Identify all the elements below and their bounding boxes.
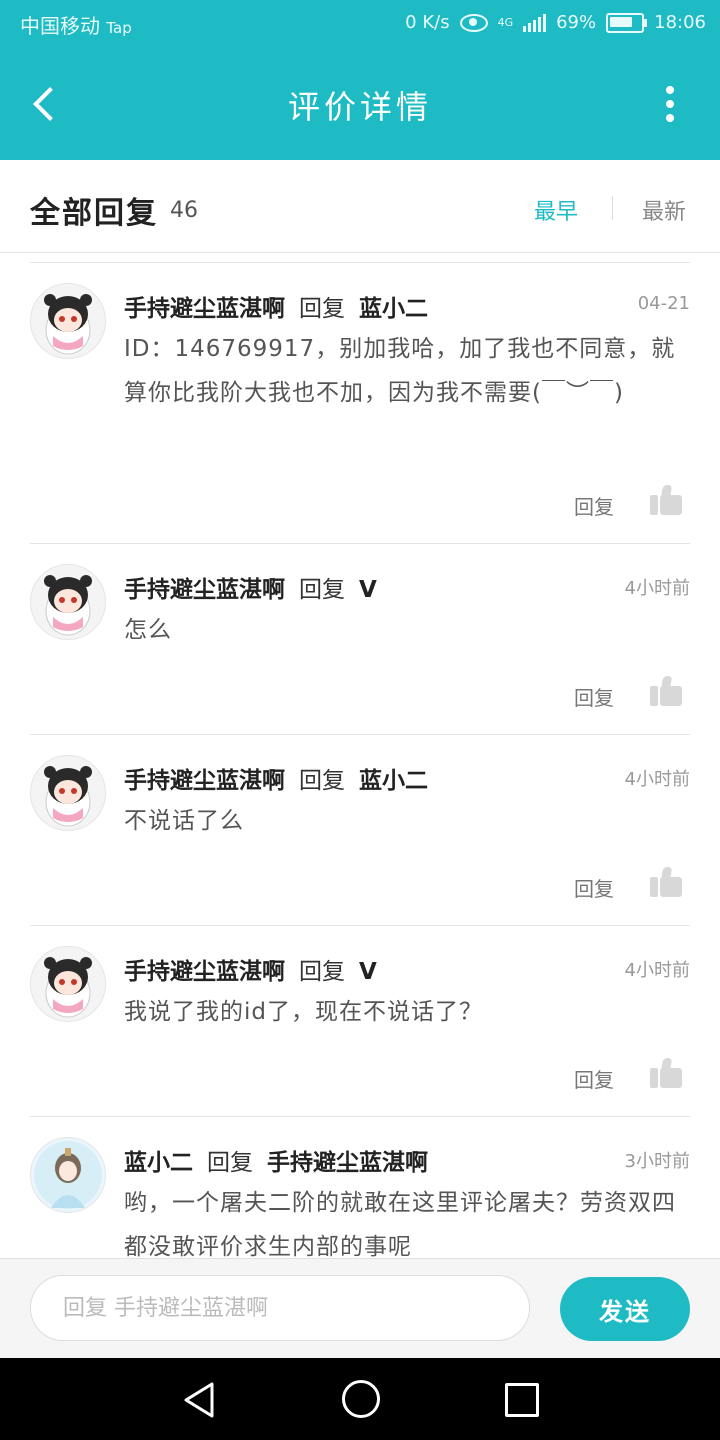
comment-header: 手持避尘蓝湛啊 回复 蓝小二	[124, 289, 428, 323]
reply-input[interactable]	[30, 1275, 530, 1341]
carrier-name: 中国移动	[20, 14, 100, 38]
reply-word: 回复	[299, 959, 345, 985]
comment-content: 我说了我的id了，现在不说话了？	[124, 999, 483, 1025]
reply-word: 回复	[207, 1150, 253, 1176]
comment-header: 蓝小二 回复 手持避尘蓝湛啊	[124, 1143, 428, 1177]
comment-author[interactable]: 手持避尘蓝湛啊	[124, 959, 285, 985]
comment-item: 手持避尘蓝湛啊 回复 V 4小时前 怎么 回复	[30, 544, 690, 735]
sort-earliest-tab[interactable]: 最早	[534, 194, 578, 226]
send-button[interactable]: 发送	[560, 1277, 690, 1341]
avatar-image	[34, 1141, 102, 1209]
nav-home-icon[interactable]	[342, 1380, 380, 1418]
comment-item: 手持避尘蓝湛啊 回复 V 4小时前 我说了我的id了，现在不说话了？ 回复	[30, 926, 690, 1117]
comment-item: 手持避尘蓝湛啊 回复 蓝小二 4小时前 不说话了么 回复	[30, 735, 690, 926]
status-bar: 中国移动 Tap 0 K/s 4G 69% 18:06	[0, 0, 720, 48]
reply-word: 回复	[299, 296, 345, 322]
reply-button[interactable]: 回复	[574, 491, 614, 520]
reply-target[interactable]: V	[359, 959, 377, 985]
comment-header: 手持避尘蓝湛啊 回复 V	[124, 952, 377, 986]
eye-comfort-icon	[459, 13, 488, 32]
reply-button[interactable]: 回复	[574, 873, 614, 902]
signal-icon	[523, 13, 547, 32]
comment-author[interactable]: 手持避尘蓝湛啊	[124, 577, 285, 603]
sort-newest-tab[interactable]: 最新	[642, 194, 686, 226]
avatar-image	[44, 294, 92, 355]
replies-header: 全部回复 46 最早 最新	[0, 160, 720, 253]
thumbs-up-icon[interactable]	[650, 485, 682, 515]
reply-input-bar: 发送	[0, 1258, 720, 1359]
page-title: 评价详情	[287, 88, 432, 126]
battery-percent: 69%	[556, 12, 597, 33]
avatar-image	[44, 575, 92, 636]
comment-header: 手持避尘蓝湛啊 回复 蓝小二	[124, 761, 428, 795]
comment-item: 蓝小二 回复 手持避尘蓝湛啊 3小时前 哟，一个屠夫二阶的就敢在这里评论屠夫？劳资双…	[30, 1117, 690, 1258]
network-type: 4G	[497, 16, 514, 29]
nav-back-icon[interactable]	[180, 1380, 220, 1420]
clock: 18:06	[654, 12, 706, 33]
comment-content: ID：146769917，别加我哈，加了我也不同意，就算你比我阶大我也不加，因为…	[124, 336, 676, 406]
avatar[interactable]	[30, 946, 106, 1022]
comment-author[interactable]: 手持避尘蓝湛啊	[124, 296, 285, 322]
net-speed: 0 K/s	[405, 12, 450, 33]
sort-divider	[612, 196, 613, 220]
avatar[interactable]	[30, 564, 106, 640]
reply-button[interactable]: 回复	[574, 682, 614, 711]
battery-icon	[606, 12, 648, 33]
all-replies-label: 全部回复	[30, 196, 158, 231]
app-bar: 评价详情	[0, 48, 720, 160]
carrier-info: 中国移动 Tap	[20, 10, 132, 39]
reply-word: 回复	[299, 577, 345, 603]
avatar[interactable]	[30, 755, 106, 831]
reply-target[interactable]: 手持避尘蓝湛啊	[267, 1150, 428, 1176]
reply-count: 46	[170, 198, 198, 223]
nav-recents-icon[interactable]	[505, 1383, 539, 1417]
avatar[interactable]	[30, 1137, 106, 1213]
avatar-image	[44, 766, 92, 827]
avatar-image	[44, 957, 92, 1018]
comment-time: 04-21	[637, 293, 690, 314]
comment-author[interactable]: 手持避尘蓝湛啊	[124, 768, 285, 794]
thumbs-up-icon[interactable]	[650, 867, 682, 897]
comment-item: 手持避尘蓝湛啊 回复 蓝小二 04-21 ID：146769917，别加我哈，加了我…	[30, 263, 690, 544]
reply-target[interactable]: 蓝小二	[359, 296, 428, 322]
comment-content: 怎么	[124, 617, 172, 643]
comment-time: 4小时前	[624, 769, 690, 790]
comment-content: 不说话了么	[124, 808, 244, 834]
reply-button[interactable]: 回复	[574, 1064, 614, 1093]
system-nav-bar	[0, 1358, 720, 1440]
avatar[interactable]	[30, 283, 106, 359]
status-icons: 0 K/s 4G 69% 18:06	[405, 12, 706, 33]
carrier-app: Tap	[106, 19, 132, 37]
more-vertical-icon[interactable]	[660, 86, 680, 126]
reply-word: 回复	[299, 768, 345, 794]
comment-time: 3小时前	[624, 1151, 690, 1172]
comment-time: 4小时前	[624, 578, 690, 599]
comment-author[interactable]: 蓝小二	[124, 1150, 193, 1176]
reply-target[interactable]: V	[359, 577, 377, 603]
thumbs-up-icon[interactable]	[650, 1058, 682, 1088]
comment-time: 4小时前	[624, 960, 690, 981]
comment-list[interactable]: 手持避尘蓝湛啊 回复 蓝小二 04-21 ID：146769917，别加我哈，加了我…	[0, 262, 720, 1258]
comment-header: 手持避尘蓝湛啊 回复 V	[124, 570, 377, 604]
thumbs-up-icon[interactable]	[650, 676, 682, 706]
comment-content: 哟，一个屠夫二阶的就敢在这里评论屠夫？劳资双四都没敢评价求生内部的事呢	[124, 1190, 676, 1258]
reply-target[interactable]: 蓝小二	[359, 768, 428, 794]
